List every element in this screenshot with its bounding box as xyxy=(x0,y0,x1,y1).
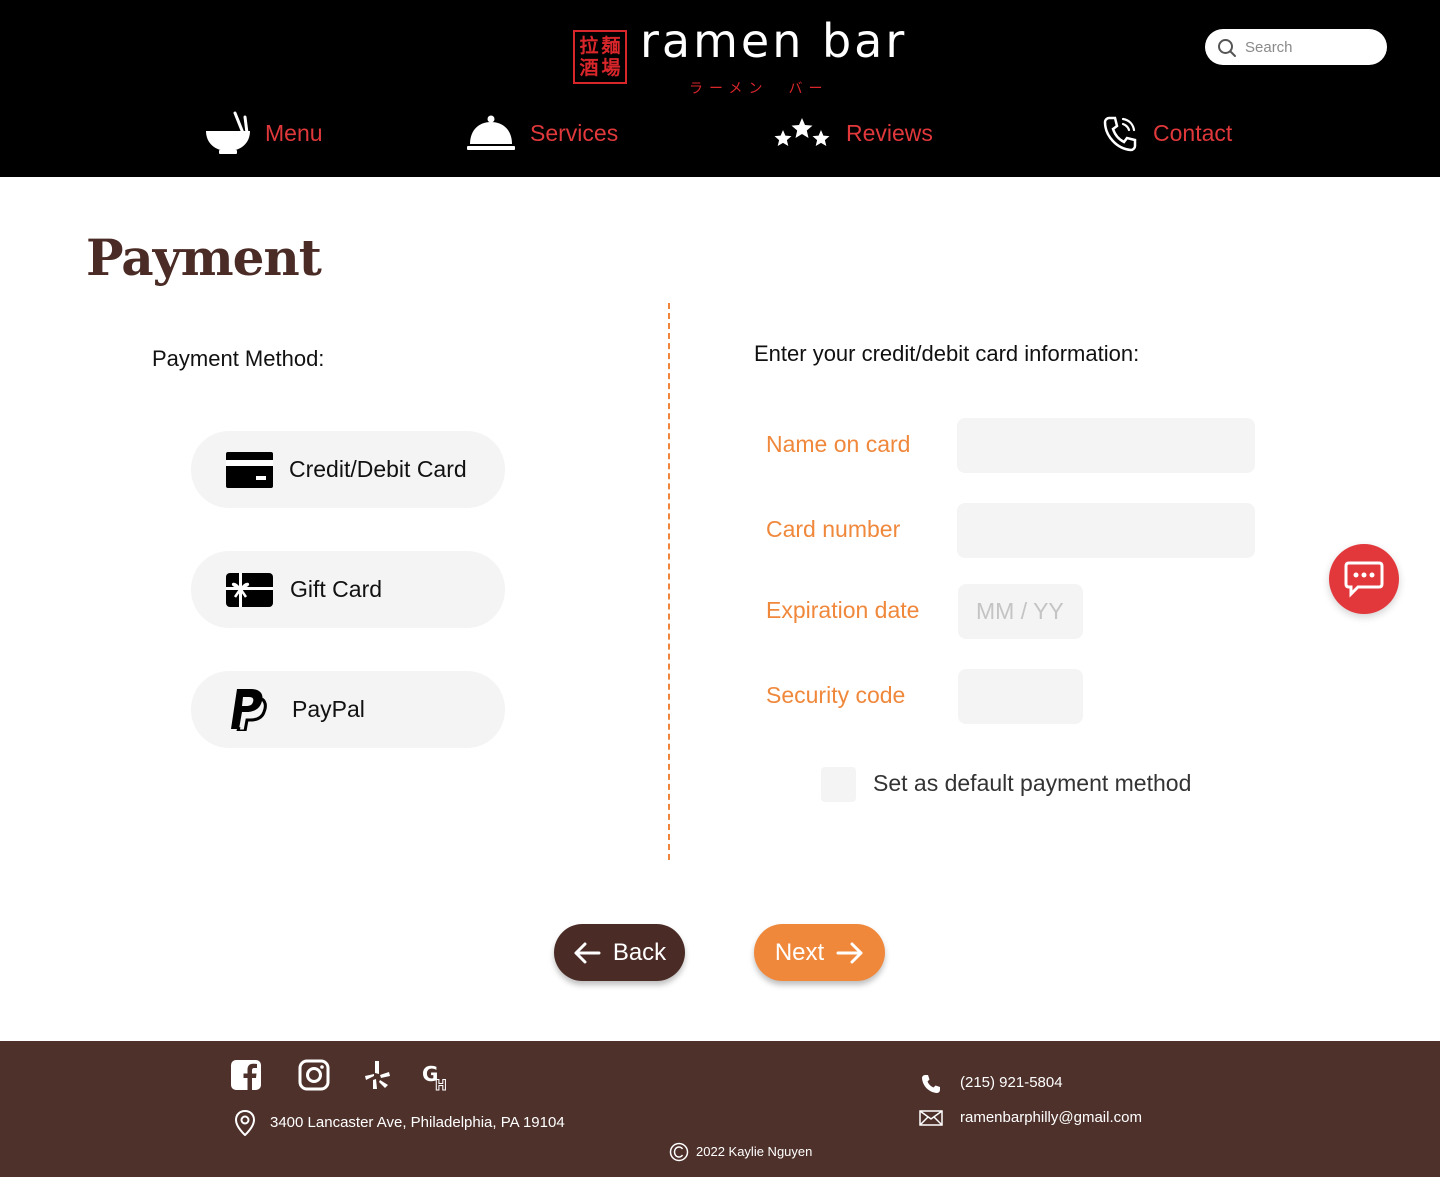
name-on-card-input[interactable] xyxy=(957,418,1255,473)
paypal-icon xyxy=(229,688,267,731)
card-number-label: Card number xyxy=(766,516,901,542)
footer-address: 3400 Lancaster Ave, Philadelphia, PA 191… xyxy=(270,1114,565,1131)
default-payment-label: Set as default payment method xyxy=(873,770,1192,796)
default-payment-checkbox[interactable] xyxy=(821,767,856,802)
expiration-date-label: Expiration date xyxy=(766,597,920,623)
nav-label: Services xyxy=(530,119,619,146)
footer-copyright: 2022 Kaylie Nguyen xyxy=(696,1144,813,1159)
logo-subtitle: ラーメン バー xyxy=(689,81,829,97)
nav-label: Contact xyxy=(1153,119,1233,146)
site-header: 拉 麺 酒 場 ramen bar ラーメン バー Menu Servi xyxy=(0,0,1440,177)
payment-option-label: Gift Card xyxy=(290,576,383,602)
nav-label: Reviews xyxy=(846,119,933,146)
yelp-icon[interactable] xyxy=(362,1059,394,1091)
security-code-label: Security code xyxy=(766,682,906,708)
search-input[interactable] xyxy=(1245,36,1375,58)
stars-icon xyxy=(774,118,830,146)
arrow-right-icon xyxy=(836,942,863,963)
card-form-heading: Enter your credit/debit card information… xyxy=(754,341,1140,366)
ramen-bowl-icon xyxy=(206,111,250,154)
phone-icon xyxy=(1103,116,1137,152)
name-on-card-label: Name on card xyxy=(766,431,911,457)
logo-seal-char: 酒 xyxy=(579,57,599,79)
cloche-icon xyxy=(467,115,515,150)
chat-icon xyxy=(1344,561,1384,598)
facebook-icon[interactable] xyxy=(230,1059,262,1091)
payment-option-paypal[interactable]: PayPal xyxy=(191,671,505,748)
logo-seal-char: 拉 xyxy=(579,35,599,57)
credit-card-icon xyxy=(226,451,273,488)
nav-item-contact[interactable]: Contact xyxy=(1103,108,1232,158)
search-box xyxy=(1205,29,1387,65)
site-logo[interactable]: 拉 麺 酒 場 ramen bar ラーメン バー xyxy=(573,14,904,100)
nav-label: Menu xyxy=(265,119,323,146)
logo-seal-char: 麺 xyxy=(601,35,621,57)
page-title: Payment xyxy=(86,228,322,287)
location-pin-icon xyxy=(234,1110,256,1136)
next-button[interactable]: Next xyxy=(754,924,885,981)
nav-item-services[interactable]: Services xyxy=(466,108,618,158)
payment-method-label: Payment Method: xyxy=(152,346,325,371)
next-button-label: Next xyxy=(774,938,825,966)
search-icon xyxy=(1218,39,1236,57)
back-button[interactable]: Back xyxy=(554,924,685,981)
svg-text:H: H xyxy=(435,1078,447,1091)
footer-email[interactable]: ramenbarphilly@gmail.com xyxy=(960,1109,1142,1126)
logo-seal-char: 場 xyxy=(601,57,621,79)
mail-icon xyxy=(919,1110,943,1126)
copyright-icon xyxy=(669,1142,689,1162)
card-number-input[interactable] xyxy=(957,503,1255,558)
security-code-input[interactable] xyxy=(958,669,1083,724)
footer-phone[interactable]: (215) 921-5804 xyxy=(960,1074,1063,1091)
payment-option-label: Credit/Debit Card xyxy=(289,456,467,482)
nav-item-menu[interactable]: Menu xyxy=(205,108,323,158)
payment-option-label: PayPal xyxy=(292,696,365,722)
nav-item-reviews[interactable]: Reviews xyxy=(772,108,933,158)
arrow-left-icon xyxy=(574,942,601,963)
logo-name: ramen bar xyxy=(640,14,908,68)
grubhub-icon[interactable]: G H xyxy=(420,1059,452,1091)
payment-option-credit-card[interactable]: Credit/Debit Card xyxy=(191,431,505,508)
back-button-label: Back xyxy=(612,938,667,966)
gift-card-icon xyxy=(226,572,273,607)
chat-button[interactable] xyxy=(1329,544,1399,614)
instagram-icon[interactable] xyxy=(298,1059,330,1091)
section-divider xyxy=(668,303,670,860)
payment-option-gift-card[interactable]: Gift Card xyxy=(191,551,505,628)
phone-icon xyxy=(922,1075,940,1093)
expiration-date-input[interactable] xyxy=(958,584,1083,639)
logo-seal: 拉 麺 酒 場 xyxy=(573,30,627,84)
